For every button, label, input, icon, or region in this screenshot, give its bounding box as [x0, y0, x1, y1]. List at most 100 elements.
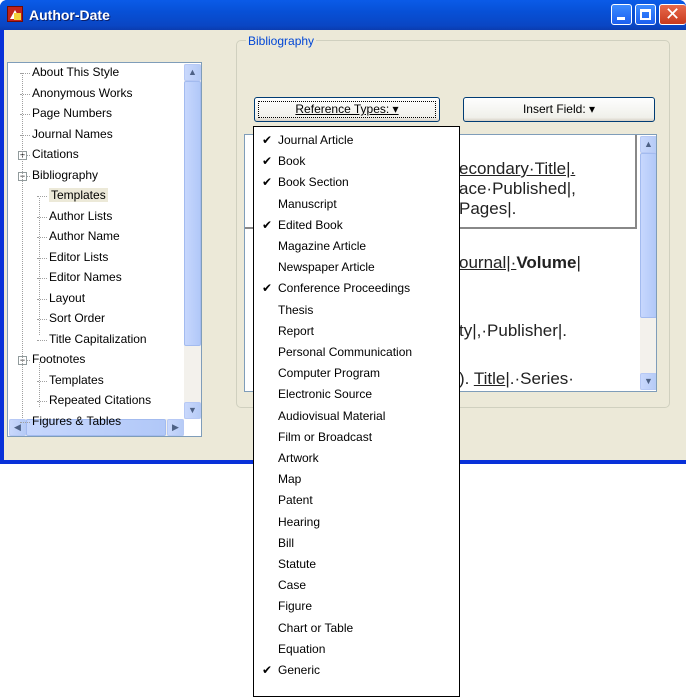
checkmark-icon: ✔ — [262, 175, 273, 190]
menu-item-reference-type[interactable]: Patent — [254, 490, 459, 511]
style-tree-view[interactable]: ▲ ▼ ◀ ▶ About This Style Anonymous Works P… — [7, 62, 202, 437]
menu-item-reference-type[interactable]: Manuscript — [254, 194, 459, 215]
editor-line-place-published: ace·Published|, — [459, 179, 576, 198]
tree-item[interactable]: Layout — [49, 291, 85, 305]
menu-item-label: Book Section — [278, 175, 349, 190]
menu-item-label: Chart or Table — [278, 620, 354, 635]
endnote-app-icon — [7, 6, 23, 22]
menu-item-reference-type[interactable]: Artwork — [254, 448, 459, 469]
menu-item-label: Bill — [278, 535, 295, 550]
tree-connector — [20, 421, 30, 423]
editor-scroll-thumb[interactable] — [640, 153, 656, 318]
editor-line-secondary-title: econdary·Title|. — [459, 159, 576, 178]
editor-vertical-scrollbar[interactable]: ▲ ▼ — [640, 136, 656, 390]
menu-item-label: Book — [278, 154, 306, 169]
checkmark-icon: ✔ — [262, 217, 273, 232]
tree-connector — [39, 362, 40, 407]
menu-item-reference-type[interactable]: Figure — [254, 596, 459, 617]
tree-item[interactable]: Editor Lists — [49, 250, 108, 264]
menu-item-reference-type[interactable]: Audiovisual Material — [254, 406, 459, 427]
menu-item-label: Computer Program — [278, 366, 381, 381]
insert-field-label: Insert Field: ▾ — [522, 102, 596, 116]
tree-item[interactable]: Footnotes — [32, 352, 85, 366]
scroll-right-button[interactable]: ▶ — [167, 419, 184, 436]
tree-item[interactable]: Templates — [49, 373, 104, 387]
scroll-down-button[interactable]: ▼ — [184, 402, 201, 419]
menu-item-reference-type[interactable]: Case — [254, 575, 459, 596]
menu-item-label: Conference Proceedings — [278, 281, 411, 296]
menu-item-label: Newspaper Article — [278, 260, 375, 275]
checkmark-icon: ✔ — [262, 663, 273, 677]
scroll-thumb[interactable] — [184, 81, 201, 346]
close-button[interactable]: ✕ — [659, 4, 686, 25]
menu-item-label: Generic — [278, 663, 321, 677]
checkmark-icon: ✔ — [262, 281, 273, 296]
menu-item-reference-type[interactable]: Chart or Table — [254, 618, 459, 639]
maximize-button[interactable] — [635, 4, 656, 25]
scroll-up-button[interactable]: ▲ — [184, 64, 201, 81]
menu-item-label: Personal Communication — [278, 345, 413, 359]
menu-item-reference-type[interactable]: ✔ Journal Article — [254, 130, 459, 151]
focus-rect — [258, 101, 436, 118]
menu-item-label: Manuscript — [278, 196, 337, 211]
tree-vertical-scrollbar[interactable]: ▲ ▼ — [184, 64, 201, 419]
menu-item-reference-type[interactable]: Personal Communication — [254, 342, 459, 363]
tree-item[interactable]: Page Numbers — [32, 106, 112, 120]
tree-item[interactable]: Repeated Citations — [49, 393, 151, 407]
menu-item-reference-type[interactable]: Computer Program — [254, 363, 459, 384]
editor-line-journal-volume: ournal|·Volume| — [459, 253, 581, 272]
menu-item-reference-type[interactable]: Report — [254, 321, 459, 342]
menu-item-reference-type[interactable]: Newspaper Article — [254, 257, 459, 278]
title-bar[interactable]: Author-Date ✕ — [0, 0, 686, 30]
menu-item-label: Figure — [278, 599, 313, 614]
editor-scroll-up-button[interactable]: ▲ — [640, 136, 656, 153]
checkmark-icon: ✔ — [262, 133, 273, 147]
tree-connector — [39, 198, 40, 335]
menu-item-label: Audiovisual Material — [278, 408, 386, 423]
tree-item[interactable]: Anonymous Works — [32, 86, 132, 100]
tree-item[interactable]: Citations — [32, 147, 79, 161]
menu-item-reference-type[interactable]: Magazine Article — [254, 236, 459, 257]
menu-item-reference-type[interactable]: ✔ Book Section — [254, 172, 459, 193]
menu-item-label: Case — [278, 578, 307, 593]
menu-item-reference-type[interactable]: ✔ Conference Proceedings — [254, 278, 459, 299]
tree-item[interactable]: Bibliography — [32, 168, 98, 182]
menu-item-label: Journal Article — [278, 133, 354, 147]
tree-item[interactable]: Editor Names — [49, 270, 122, 284]
minimize-button[interactable] — [611, 4, 632, 25]
menu-item-label: Magazine Article — [278, 239, 367, 253]
insert-field-button[interactable]: Insert Field: ▾ — [463, 97, 655, 122]
menu-item-reference-type[interactable]: ✔ Generic — [254, 660, 459, 681]
close-icon: ✕ — [665, 4, 681, 24]
tree-item[interactable]: Figures & Tables — [32, 414, 121, 428]
editor-line-pages: Pages|. — [459, 199, 517, 218]
menu-item-reference-type[interactable]: Film or Broadcast — [254, 427, 459, 448]
menu-item-reference-type[interactable]: Map — [254, 469, 459, 490]
tree-item[interactable]: Author Name — [49, 229, 120, 243]
menu-item-reference-type[interactable]: Electronic Source — [254, 384, 459, 405]
editor-line-publisher: ty|,·Publisher|. — [459, 321, 568, 340]
reference-types-button[interactable]: Reference Types: ▾ — [254, 97, 440, 122]
editor-line-title-series: ). Title|.·Series· — [459, 369, 574, 388]
menu-item-reference-type[interactable]: Thesis — [254, 300, 459, 321]
editor-scroll-down-button[interactable]: ▼ — [640, 373, 656, 390]
tree-connector — [37, 196, 47, 197]
menu-item-reference-type[interactable]: Hearing — [254, 512, 459, 533]
tree-item[interactable]: Sort Order — [49, 311, 105, 325]
menu-item-label: Artwork — [278, 451, 319, 465]
tree-item[interactable]: Title Capitalization — [49, 332, 147, 346]
menu-item-reference-type[interactable]: Statute — [254, 554, 459, 575]
menu-item-reference-type[interactable]: Bill — [254, 533, 459, 554]
menu-item-reference-type[interactable]: ✔ Edited Book — [254, 215, 459, 236]
tree-item[interactable]: About This Style — [32, 65, 119, 79]
menu-item-label: Film or Broadcast — [278, 429, 373, 444]
tree-item[interactable]: Journal Names — [32, 127, 113, 141]
tree-connector — [22, 73, 23, 418]
tree-item[interactable]: Templates — [49, 188, 108, 202]
menu-item-reference-type[interactable]: Equation — [254, 639, 459, 660]
menu-item-label: Hearing — [278, 514, 321, 529]
checkmark-icon: ✔ — [262, 154, 273, 169]
window-title: Author-Date — [29, 7, 110, 23]
menu-item-reference-type[interactable]: ✔ Book — [254, 151, 459, 172]
tree-item[interactable]: Author Lists — [49, 209, 112, 223]
